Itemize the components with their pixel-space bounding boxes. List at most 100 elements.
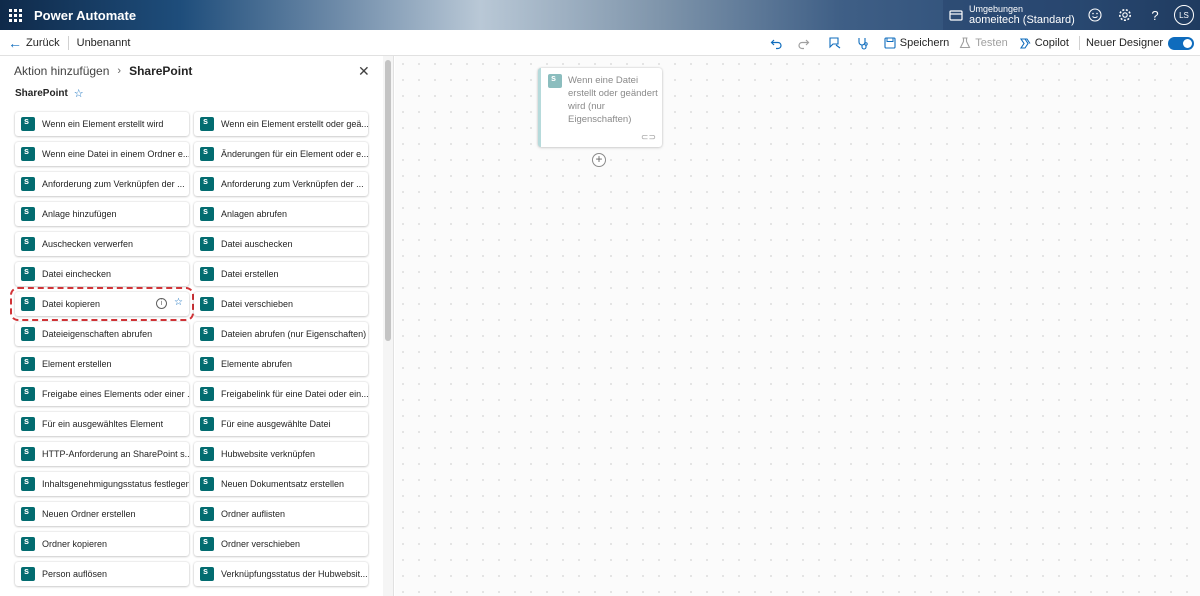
sharepoint-icon <box>200 326 214 341</box>
action-card[interactable]: Ordner auflisten <box>194 502 368 526</box>
action-card[interactable]: HTTP-Anforderung an SharePoint s... <box>15 442 189 466</box>
new-designer-toggle[interactable] <box>1168 36 1194 50</box>
action-label: Element erstellen <box>42 359 112 369</box>
action-label: Auschecken verwerfen <box>42 239 134 249</box>
action-card[interactable]: Ordner verschieben <box>194 532 368 556</box>
redo-button[interactable] <box>797 37 814 50</box>
connector-title: SharePoint ☆ <box>15 87 84 100</box>
action-card[interactable]: Datei auschecken <box>194 232 368 256</box>
save-button[interactable]: Speichern <box>884 37 950 49</box>
sharepoint-icon <box>21 266 35 281</box>
action-card[interactable]: Datei verschieben <box>194 292 368 316</box>
waffle-icon[interactable] <box>0 0 30 30</box>
action-card[interactable]: Für eine ausgewählte Datei <box>194 412 368 436</box>
action-label: Verknüpfungsstatus der Hubwebsit... <box>221 569 368 579</box>
action-card[interactable]: Wenn ein Element erstellt wird <box>15 112 189 136</box>
action-label: Datei einchecken <box>42 269 112 279</box>
action-card[interactable]: Anlage hinzufügen <box>15 202 189 226</box>
action-card[interactable]: Datei einchecken <box>15 262 189 286</box>
action-card-selected[interactable]: Datei kopieren i ☆ <box>10 287 194 321</box>
sharepoint-icon <box>200 446 214 461</box>
action-label: Anlage hinzufügen <box>42 209 117 219</box>
flow-name[interactable]: Unbenannt <box>77 37 131 49</box>
smiley-icon[interactable] <box>1087 7 1103 23</box>
action-card[interactable]: Element erstellen <box>15 352 189 376</box>
copilot-icon <box>1019 37 1031 49</box>
back-button[interactable]: ← Zurück <box>8 35 60 51</box>
action-card[interactable]: Hubwebsite verknüpfen <box>194 442 368 466</box>
action-card[interactable]: Person auflösen <box>15 562 189 586</box>
action-card[interactable]: Verknüpfungsstatus der Hubwebsit... <box>194 562 368 586</box>
link-icon: ⊂⊃ <box>640 132 656 142</box>
avatar[interactable]: LS <box>1174 5 1194 25</box>
top-header: Power Automate Umgebungen aomeitech (Sta… <box>0 0 1200 30</box>
action-card[interactable]: Anforderung zum Verknüpfen der ... <box>15 172 189 196</box>
action-card[interactable]: Dateieigenschaften abrufen <box>15 322 189 346</box>
action-label: Anforderung zum Verknüpfen der ... <box>42 179 185 189</box>
environment-picker[interactable]: Umgebungen aomeitech (Standard) <box>943 0 1080 30</box>
sharepoint-icon <box>21 356 35 371</box>
action-card[interactable]: Neuen Dokumentsatz erstellen <box>194 472 368 496</box>
breadcrumb-current: SharePoint <box>129 64 193 78</box>
test-button[interactable]: Testen <box>959 37 1008 49</box>
sharepoint-icon <box>200 386 214 401</box>
designer-canvas[interactable] <box>395 56 1200 596</box>
sharepoint-icon <box>200 176 214 191</box>
redo-icon <box>798 39 810 49</box>
action-card[interactable]: Für ein ausgewähltes Element <box>15 412 189 436</box>
sharepoint-icon <box>200 416 214 431</box>
divider <box>67 35 69 50</box>
flow-checker-button[interactable] <box>856 36 874 50</box>
breadcrumb-add-action[interactable]: Aktion hinzufügen <box>14 64 109 78</box>
action-card[interactable]: Dateien abrufen (nur Eigenschaften) <box>194 322 368 346</box>
favorite-star-icon[interactable]: ☆ <box>174 297 183 308</box>
app-name[interactable]: Power Automate <box>34 8 136 23</box>
action-card[interactable]: Neuen Ordner erstellen <box>15 502 189 526</box>
action-card[interactable]: Änderungen für ein Element oder e... <box>194 142 368 166</box>
add-step-button[interactable]: + <box>592 153 606 167</box>
save-icon <box>884 37 896 49</box>
action-label: Wenn ein Element erstellt wird <box>42 119 164 129</box>
action-card[interactable]: Anlagen abrufen <box>194 202 368 226</box>
action-card[interactable]: Ordner kopieren <box>15 532 189 556</box>
trigger-title: Wenn eine Datei erstellt oder geändert w… <box>568 75 658 125</box>
action-card[interactable]: Datei erstellen <box>194 262 368 286</box>
settings-icon[interactable] <box>1117 7 1133 23</box>
action-label: Änderungen für ein Element oder e... <box>221 149 368 159</box>
flask-icon <box>959 37 971 49</box>
action-card[interactable]: Inhaltsgenehmigungsstatus festlegen <box>15 472 189 496</box>
connector-name: SharePoint <box>15 88 68 99</box>
help-icon[interactable]: ? <box>1147 7 1163 23</box>
action-label: Neuen Ordner erstellen <box>42 509 136 519</box>
sharepoint-icon <box>21 446 35 461</box>
undo-button[interactable] <box>770 37 787 50</box>
save-label: Speichern <box>899 37 950 49</box>
action-label: Wenn ein Element erstellt oder geä... <box>221 119 368 129</box>
sharepoint-icon <box>21 176 35 191</box>
action-card[interactable]: Freigabelink für eine Datei oder ein... <box>194 382 368 406</box>
action-label: Freigabe eines Elements oder einer ... <box>42 389 189 399</box>
action-card[interactable]: Freigabe eines Elements oder einer ... <box>15 382 189 406</box>
action-card[interactable]: Wenn ein Element erstellt oder geä... <box>194 112 368 136</box>
test-label: Testen <box>975 37 1008 49</box>
copilot-label: Copilot <box>1034 37 1069 49</box>
action-card[interactable]: Auschecken verwerfen <box>15 232 189 256</box>
copilot-button[interactable]: Copilot <box>1018 37 1069 50</box>
action-card[interactable]: Elemente abrufen <box>194 352 368 376</box>
close-icon[interactable]: ✕ <box>358 63 370 80</box>
info-icon[interactable]: i <box>156 298 167 309</box>
action-card[interactable]: Wenn eine Datei in einem Ordner e... <box>15 142 189 166</box>
action-label: HTTP-Anforderung an SharePoint s... <box>42 449 189 459</box>
favorite-star-icon[interactable]: ☆ <box>74 87 84 100</box>
trigger-card[interactable]: Wenn eine Datei erstellt oder geändert w… <box>538 68 662 147</box>
action-label: Dateieigenschaften abrufen <box>42 329 153 339</box>
action-label: Elemente abrufen <box>221 359 293 369</box>
scrollbar-thumb[interactable] <box>385 60 391 341</box>
action-label: Datei verschieben <box>221 299 294 309</box>
action-card[interactable]: Anforderung zum Verknüpfen der ... <box>194 172 368 196</box>
sharepoint-icon <box>21 416 35 431</box>
action-label: Hubwebsite verknüpfen <box>221 449 316 459</box>
sharepoint-icon <box>200 146 214 161</box>
sharepoint-icon <box>21 476 35 491</box>
assistant-button[interactable] <box>828 36 846 50</box>
